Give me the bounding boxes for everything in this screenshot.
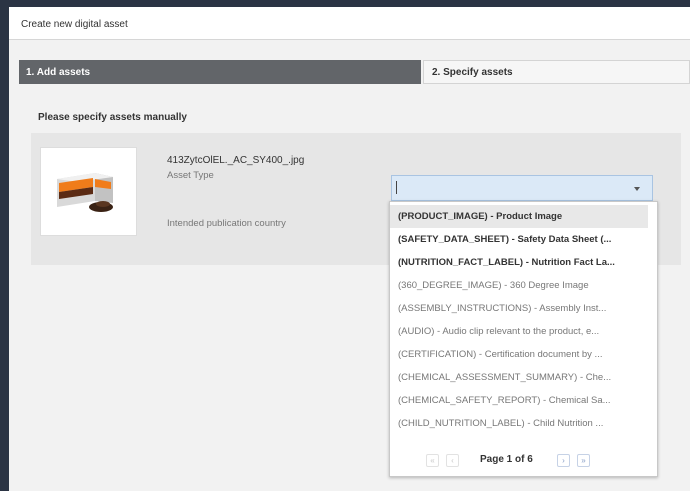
asset-file-name: 413ZytcOlEL._AC_SY400_.jpg <box>167 155 305 166</box>
asset-type-option[interactable]: (ASSEMBLY_INSTRUCTIONS) - Assembly Inst.… <box>390 297 648 320</box>
asset-type-option[interactable]: (CHEMICAL_SAFETY_REPORT) - Chemical Sa..… <box>390 389 648 412</box>
asset-thumbnail <box>40 147 137 236</box>
dialog-title-bar: Create new digital asset <box>9 7 690 40</box>
previous-page-icon[interactable]: ‹ <box>446 454 459 467</box>
asset-type-dropdown: (PRODUCT_IMAGE) - Product Image (SAFETY_… <box>389 201 658 477</box>
asset-type-option[interactable]: (CERTIFICATION) - Certification document… <box>390 343 648 366</box>
step-add-assets-label: 1. Add assets <box>26 67 91 78</box>
step-add-assets[interactable]: 1. Add assets <box>19 60 421 84</box>
chevron-down-icon[interactable] <box>634 187 640 191</box>
asset-type-option[interactable]: (NUTRITION_FACT_LABEL) - Nutrition Fact … <box>390 251 648 274</box>
step-specify-assets-label: 2. Specify assets <box>432 67 513 78</box>
dialog-title: Create new digital asset <box>21 19 128 30</box>
section-heading: Please specify assets manually <box>38 112 187 123</box>
asset-type-combobox[interactable] <box>391 175 653 201</box>
next-page-icon[interactable]: › <box>557 454 570 467</box>
last-page-icon[interactable]: » <box>577 454 590 467</box>
asset-type-option[interactable]: (CHEMICAL_ASSESSMENT_SUMMARY) - Che... <box>390 366 648 389</box>
dropdown-pager: « ‹ Page 1 of 6 › » <box>390 449 657 473</box>
asset-type-label: Asset Type <box>167 170 214 181</box>
publication-country-label: Intended publication country <box>167 218 286 229</box>
asset-type-option[interactable]: (CHILD_NUTRITION_LABEL) - Child Nutritio… <box>390 412 648 435</box>
asset-type-option[interactable]: (AUDIO) - Audio clip relevant to the pro… <box>390 320 648 343</box>
first-page-icon[interactable]: « <box>426 454 439 467</box>
step-specify-assets[interactable]: 2. Specify assets <box>423 60 690 84</box>
asset-type-options: (PRODUCT_IMAGE) - Product Image (SAFETY_… <box>390 205 657 435</box>
asset-type-option[interactable]: (SAFETY_DATA_SHEET) - Safety Data Sheet … <box>390 228 648 251</box>
page-indicator: Page 1 of 6 <box>480 454 533 465</box>
text-cursor <box>396 181 397 194</box>
product-box-image <box>57 173 113 212</box>
asset-type-option[interactable]: (PRODUCT_IMAGE) - Product Image <box>390 205 648 228</box>
asset-type-option[interactable]: (360_DEGREE_IMAGE) - 360 Degree Image <box>390 274 648 297</box>
